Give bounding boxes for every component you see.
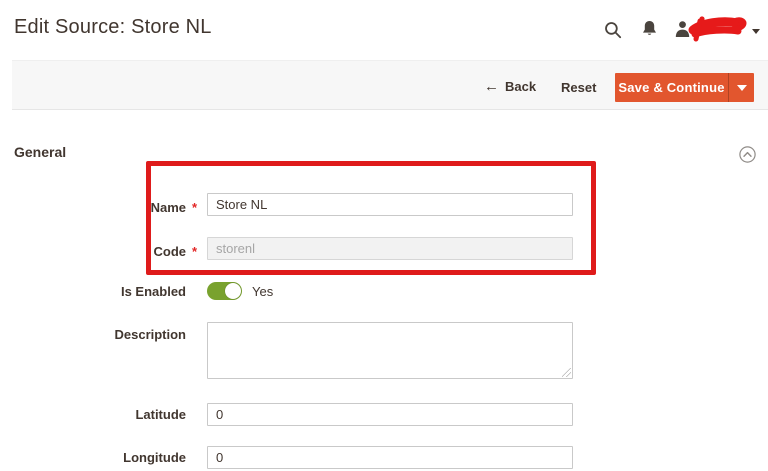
account-caret-icon[interactable] (752, 29, 760, 34)
back-button-label: Back (505, 79, 536, 94)
toggle-knob (225, 283, 241, 299)
code-required-marker: * (192, 244, 204, 259)
latitude-field-label: Latitude (0, 407, 186, 422)
reset-button[interactable]: Reset (561, 80, 596, 95)
save-continue-label: Save & Continue (615, 73, 728, 102)
reset-button-label: Reset (561, 80, 596, 95)
save-dropdown-toggle[interactable] (729, 73, 754, 102)
code-field-label: Code (0, 244, 186, 259)
bell-icon[interactable] (641, 20, 658, 44)
is-enabled-toggle[interactable] (207, 282, 242, 300)
longitude-input[interactable] (207, 446, 573, 469)
description-textarea[interactable] (207, 322, 573, 379)
section-title-general: General (14, 144, 66, 160)
back-arrow-icon: ← (484, 80, 499, 93)
save-continue-button[interactable]: Save & Continue (615, 73, 754, 102)
name-required-marker: * (192, 200, 204, 215)
longitude-field-label: Longitude (0, 450, 186, 465)
collapse-section-icon[interactable] (739, 146, 756, 163)
name-field-label: Name (0, 200, 186, 215)
name-input[interactable] (207, 193, 573, 216)
code-input (207, 237, 573, 260)
caret-down-icon (737, 85, 747, 91)
page-title: Edit Source: Store NL (14, 16, 212, 39)
is-enabled-field-label: Is Enabled (0, 284, 186, 299)
user-icon[interactable] (674, 20, 691, 43)
is-enabled-value: Yes (252, 284, 273, 299)
latitude-input[interactable] (207, 403, 573, 426)
description-field-label: Description (0, 327, 186, 342)
page-actions-bar: ← Back Reset Save & Continue (12, 60, 768, 110)
back-button[interactable]: ← Back (484, 79, 536, 94)
annotation-scribble (688, 13, 751, 48)
search-icon[interactable] (604, 21, 622, 44)
